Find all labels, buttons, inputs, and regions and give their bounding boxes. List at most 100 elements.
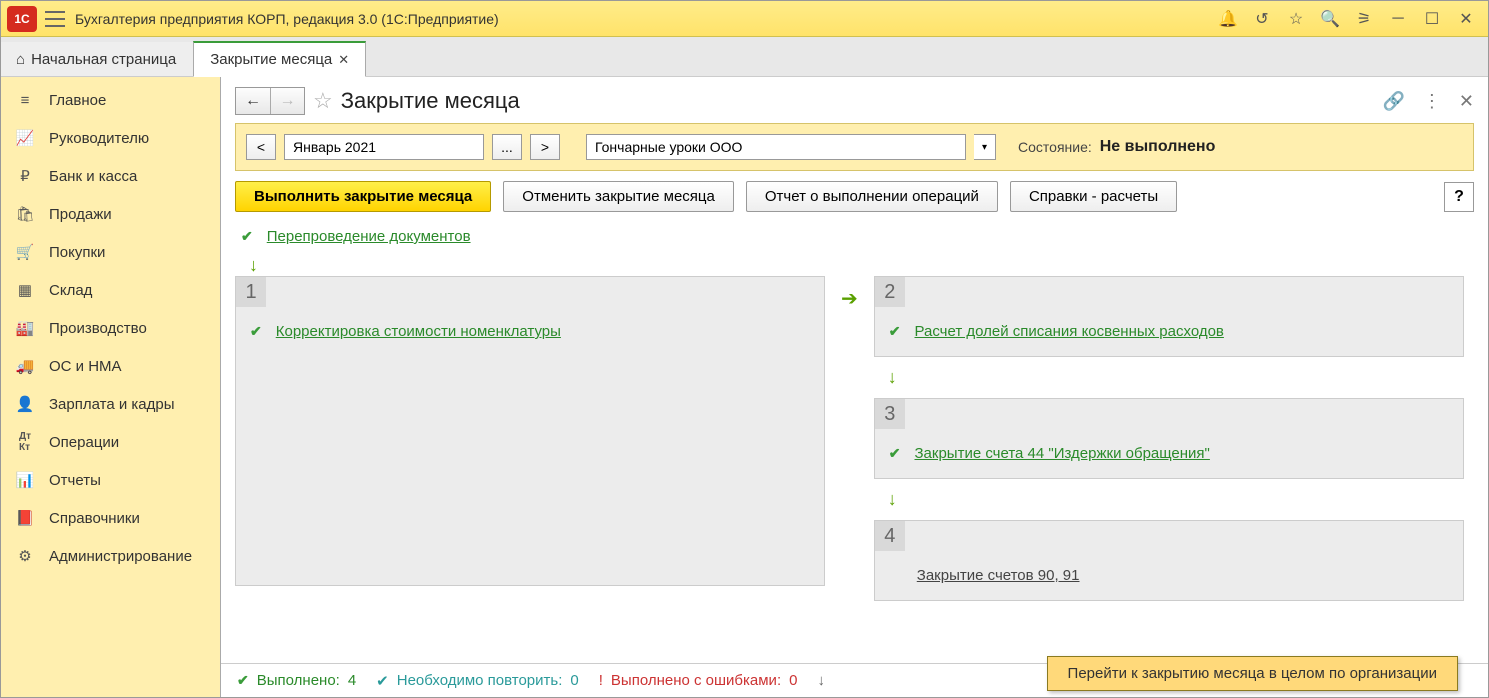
filter-icon[interactable]: ⚞ xyxy=(1354,9,1374,29)
status-footer: ✔ Выполнено: 4 ✔ Необходимо повторить: 0… xyxy=(221,663,1488,697)
star-icon[interactable]: ☆ xyxy=(1286,9,1306,29)
sidebar-label: Главное xyxy=(49,92,106,109)
history-icon[interactable]: ↺ xyxy=(1252,9,1272,29)
check-outline-icon: ✔ xyxy=(376,672,389,690)
sidebar-item-admin[interactable]: ⚙Администрирование xyxy=(1,537,220,575)
sidebar-item-assets[interactable]: 🚚ОС и НМА xyxy=(1,347,220,385)
process-col-left: 1 ✔ Корректировка стоимости номенклатуры xyxy=(235,276,825,586)
nav-back-button[interactable]: ← xyxy=(236,88,270,114)
close-icon[interactable]: ✕ xyxy=(1456,9,1476,29)
stage-3-box: 3 ✔ Закрытие счета 44 "Издержки обращени… xyxy=(874,398,1464,479)
period-picker-button[interactable]: ... xyxy=(492,134,522,160)
sidebar-item-catalogs[interactable]: 📕Справочники xyxy=(1,499,220,537)
stage-1-number: 1 xyxy=(236,277,266,307)
period-prev-button[interactable]: < xyxy=(246,134,276,160)
stage-2-box: 2 ✔ Расчет долей списания косвенных расх… xyxy=(874,276,1464,357)
bag-icon: 🛍 xyxy=(15,205,35,223)
page-header: ← → ☆ Закрытие месяца 🔗 ⋮ ✕ xyxy=(221,77,1488,123)
sidebar-item-production[interactable]: 🏭 Производство xyxy=(1,309,220,347)
arrow-down-icon: ↓ xyxy=(817,672,825,689)
arrow-down-icon: ↓ xyxy=(874,367,1464,388)
check-icon: ✔ xyxy=(250,323,262,340)
sidebar-label: Зарплата и кадры xyxy=(49,396,175,413)
page-title: Закрытие месяца xyxy=(341,88,520,114)
menu-icon: ≡ xyxy=(15,91,35,109)
sidebar-item-manager[interactable]: 📈Руководителю xyxy=(1,119,220,157)
period-next-button[interactable]: > xyxy=(530,134,560,160)
main-layout: ≡ Главное 📈Руководителю ₽Банк и касса 🛍 Пр… xyxy=(1,77,1488,697)
help-button[interactable]: ? xyxy=(1444,182,1474,212)
arrow-down-icon: ↓ xyxy=(874,489,1464,510)
footer-done-label: Выполнено: xyxy=(257,672,340,689)
organization-select[interactable]: Гончарные уроки ООО xyxy=(586,134,966,160)
footer-errors-count: 0 xyxy=(789,672,797,689)
op-close-account-44[interactable]: Закрытие счета 44 "Издержки обращения" xyxy=(915,445,1210,462)
sidebar-item-main[interactable]: ≡ Главное xyxy=(1,81,220,119)
cart-icon: 🛒 xyxy=(15,243,35,261)
op-reposting-documents[interactable]: Перепроведение документов xyxy=(267,228,471,245)
params-bar: < Январь 2021 ... > Гончарные уроки ООО … xyxy=(235,123,1474,171)
sidebar-item-bank[interactable]: ₽Банк и касса xyxy=(1,157,220,195)
stage-4-box: 4 Закрытие счетов 90, 91 xyxy=(874,520,1464,601)
more-icon[interactable]: ⋮ xyxy=(1423,91,1441,112)
sidebar-label: Склад xyxy=(49,282,92,299)
footer-errors: ! Выполнено с ошибками: 0 xyxy=(599,672,798,689)
link-icon[interactable]: 🔗 xyxy=(1382,91,1404,112)
boxes-icon: ▦ xyxy=(15,281,35,299)
footer-errors-label: Выполнено с ошибками: xyxy=(611,672,781,689)
op-cost-adjustment[interactable]: Корректировка стоимости номенклатуры xyxy=(276,323,561,340)
nav-buttons-group: ← → xyxy=(235,87,305,115)
tab-month-closing[interactable]: Закрытие месяца ✕ xyxy=(193,41,366,77)
organization-dropdown-icon[interactable]: ▾ xyxy=(974,134,996,160)
tab-home[interactable]: ⌂ Начальная страница xyxy=(1,42,193,76)
period-field[interactable]: Январь 2021 xyxy=(284,134,484,160)
status-value: Не выполнено xyxy=(1100,138,1216,156)
content-area: ← → ☆ Закрытие месяца 🔗 ⋮ ✕ < Январь 202… xyxy=(221,77,1488,697)
footer-repeat: ✔ Необходимо повторить: 0 xyxy=(376,672,579,690)
gear-icon: ⚙ xyxy=(15,547,35,565)
sidebar-item-purchases[interactable]: 🛒Покупки xyxy=(1,233,220,271)
sidebar-item-sales[interactable]: 🛍 Продажи xyxy=(1,195,220,233)
book-icon: 📕 xyxy=(15,509,35,527)
sidebar-label: Производство xyxy=(49,320,147,337)
page-toolbar-right: 🔗 ⋮ ✕ xyxy=(1382,91,1474,112)
tab-close-icon[interactable]: ✕ xyxy=(338,52,349,68)
factory-icon: 🏭 xyxy=(15,319,35,337)
tab-active-label: Закрытие месяца xyxy=(210,51,332,68)
process-col-right: 2 ✔ Расчет долей списания косвенных расх… xyxy=(874,276,1464,601)
sidebar-label: Банк и касса xyxy=(49,168,137,185)
minimize-icon[interactable]: ─ xyxy=(1388,9,1408,29)
sidebar-item-warehouse[interactable]: ▦ Склад xyxy=(1,271,220,309)
close-page-icon[interactable]: ✕ xyxy=(1459,91,1474,112)
process-columns: 1 ✔ Корректировка стоимости номенклатуры… xyxy=(235,276,1474,601)
search-icon[interactable]: 🔍 xyxy=(1320,9,1340,29)
sidebar-item-reports[interactable]: 📊Отчеты xyxy=(1,461,220,499)
sidebar-item-hr[interactable]: 👤 Зарплата и кадры xyxy=(1,385,220,423)
person-icon: 👤 xyxy=(15,395,35,413)
sidebar: ≡ Главное 📈Руководителю ₽Банк и касса 🛍 Пр… xyxy=(1,77,221,697)
dtct-icon: ДтКт xyxy=(15,433,35,451)
nav-forward-button[interactable]: → xyxy=(270,88,304,114)
sidebar-label: Продажи xyxy=(49,206,112,223)
sidebar-label: Операции xyxy=(49,434,119,451)
truck-icon: 🚚 xyxy=(15,357,35,375)
operations-report-button[interactable]: Отчет о выполнении операций xyxy=(746,181,998,212)
hamburger-icon[interactable] xyxy=(45,11,65,27)
sidebar-item-operations[interactable]: ДтКт Операции xyxy=(1,423,220,461)
titlebar-tools: 🔔 ↺ ☆ 🔍 ⚞ ─ ☐ ✕ xyxy=(1218,9,1482,29)
arrow-right-icon: ➔ xyxy=(841,286,858,311)
execute-closing-button[interactable]: Выполнить закрытие месяца xyxy=(235,181,491,212)
op-close-accounts-90-91[interactable]: Закрытие счетов 90, 91 xyxy=(917,567,1080,584)
favorite-star-icon[interactable]: ☆ xyxy=(313,88,333,114)
bell-icon[interactable]: 🔔 xyxy=(1218,9,1238,29)
footer-repeat-label: Необходимо повторить: xyxy=(397,672,563,689)
tooltip-popup[interactable]: Перейти к закрытию месяца в целом по орг… xyxy=(1047,656,1458,691)
footer-skipped: ↓ xyxy=(817,672,825,689)
footer-repeat-count: 0 xyxy=(570,672,578,689)
references-button[interactable]: Справки - расчеты xyxy=(1010,181,1177,212)
maximize-icon[interactable]: ☐ xyxy=(1422,9,1442,29)
commands-row: Выполнить закрытие месяца Отменить закры… xyxy=(221,171,1488,222)
cancel-closing-button[interactable]: Отменить закрытие месяца xyxy=(503,181,734,212)
op-indirect-costs[interactable]: Расчет долей списания косвенных расходов xyxy=(915,323,1224,340)
chart-icon: 📈 xyxy=(15,129,35,147)
